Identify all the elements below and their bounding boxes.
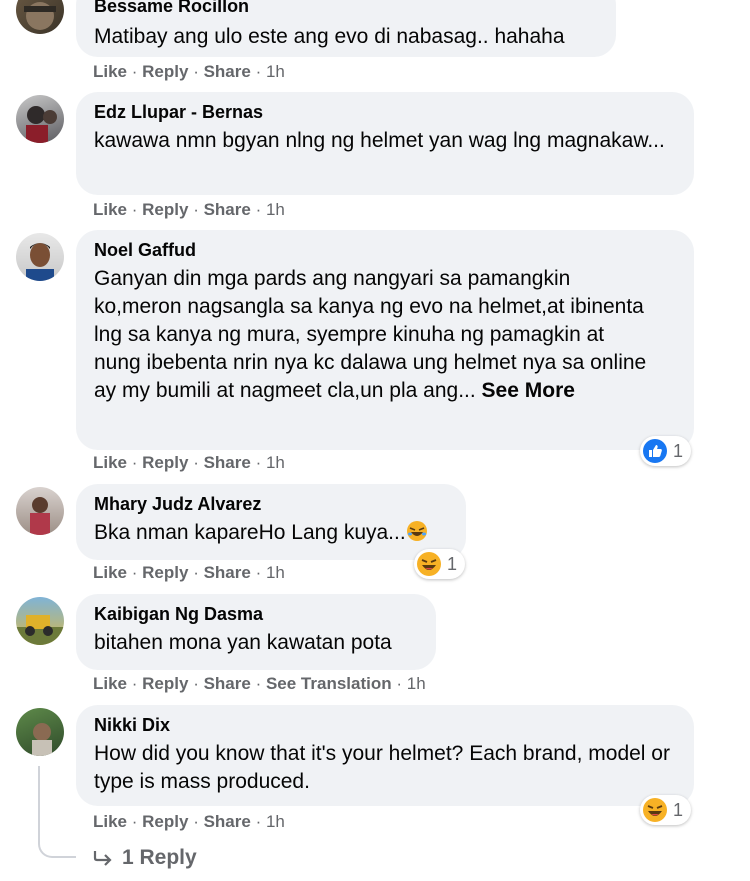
reaction-summary[interactable]: 1 [640,795,692,825]
like-link[interactable]: Like [93,200,127,219]
like-reaction-icon [643,439,667,463]
timestamp[interactable]: 1h [266,62,285,81]
comment-actions: Like · Reply · Share · 1h [93,62,285,81]
like-link[interactable]: Like [93,812,127,831]
share-link[interactable]: Share [204,563,251,582]
reaction-summary[interactable]: 1 [640,436,692,466]
avatar[interactable] [16,95,64,143]
timestamp[interactable]: 1h [266,200,285,219]
reaction-count: 1 [447,553,458,574]
haha-reaction-icon [643,798,667,822]
comment-bubble: Noel Gaffud Ganyan din mga pards ang nan… [76,230,694,450]
replies-count-label: 1 Reply [122,846,197,869]
timestamp[interactable]: 1h [407,674,426,693]
reply-arrow-icon [93,851,112,866]
thread-connector-line [38,766,76,858]
comment-text: Bka nman kapareHo Lang kuya... [94,519,448,547]
avatar[interactable] [16,597,64,645]
comment-actions: Like · Reply · Share · 1h [93,200,285,219]
share-link[interactable]: Share [204,200,251,219]
avatar[interactable] [16,233,64,281]
avatar[interactable] [16,708,64,756]
share-link[interactable]: Share [204,62,251,81]
reply-link[interactable]: Reply [142,674,188,693]
reply-link[interactable]: Reply [142,563,188,582]
comment-text: kawawa nmn bgyan nlng ng helmet yan wag … [94,129,665,152]
reply-link[interactable]: Reply [142,62,188,81]
timestamp[interactable]: 1h [266,812,285,831]
comment-bubble: Edz Llupar - Bernas kawawa nmn bgyan nln… [76,92,694,195]
comment-author[interactable]: Mhary Judz Alvarez [94,493,448,515]
haha-reaction-icon [417,552,441,576]
comment-bubble: Kaibigan Ng Dasma bitahen mona yan kawat… [76,594,436,670]
laughing-emoji-icon [406,521,427,541]
reaction-count: 1 [673,799,684,820]
comment-actions: Like · Reply · Share · 1h [93,563,285,582]
comment-text: Matibay ang ulo este ang evo di nabasag.… [94,25,565,48]
reaction-summary[interactable]: 1 [414,549,466,579]
comment-author[interactable]: Nikki Dix [94,714,676,736]
share-link[interactable]: Share [204,674,251,693]
comment-author[interactable]: Edz Llupar - Bernas [94,101,676,123]
comment-body: Bka nman kapareHo Lang kuya... [94,521,406,544]
like-link[interactable]: Like [93,453,127,472]
reply-link[interactable]: Reply [142,200,188,219]
comment-bubble: Nikki Dix How did you know that it's you… [76,705,694,806]
timestamp[interactable]: 1h [266,563,285,582]
comment-actions: Like · Reply · Share · 1h [93,453,285,472]
comment-author[interactable]: Kaibigan Ng Dasma [94,603,418,625]
reply-link[interactable]: Reply [142,453,188,472]
comment-text: Ganyan din mga pards ang nangyari sa pam… [94,265,654,405]
comment-text: How did you know that it's your helmet? … [94,742,670,793]
comment-bubble: Bessame Rocillon Matibay ang ulo este an… [76,0,616,57]
comment-actions: Like · Reply · Share · See Translation ·… [93,674,426,693]
share-link[interactable]: Share [204,812,251,831]
comment-text: bitahen mona yan kawatan pota [94,631,392,654]
reaction-count: 1 [673,440,684,461]
see-translation-link[interactable]: See Translation [266,674,392,693]
avatar[interactable] [16,0,64,34]
like-link[interactable]: Like [93,563,127,582]
view-replies-link[interactable]: 1 Reply [92,846,197,870]
comment-author[interactable]: Noel Gaffud [94,239,676,261]
see-more-link[interactable]: See More [482,379,575,402]
share-link[interactable]: Share [204,453,251,472]
like-link[interactable]: Like [93,674,127,693]
timestamp[interactable]: 1h [266,453,285,472]
reply-link[interactable]: Reply [142,812,188,831]
comment-author[interactable]: Bessame Rocillon [94,0,598,17]
comment-bubble: Mhary Judz Alvarez Bka nman kapareHo Lan… [76,484,466,560]
comment-actions: Like · Reply · Share · 1h [93,812,285,831]
avatar[interactable] [16,487,64,535]
like-link[interactable]: Like [93,62,127,81]
